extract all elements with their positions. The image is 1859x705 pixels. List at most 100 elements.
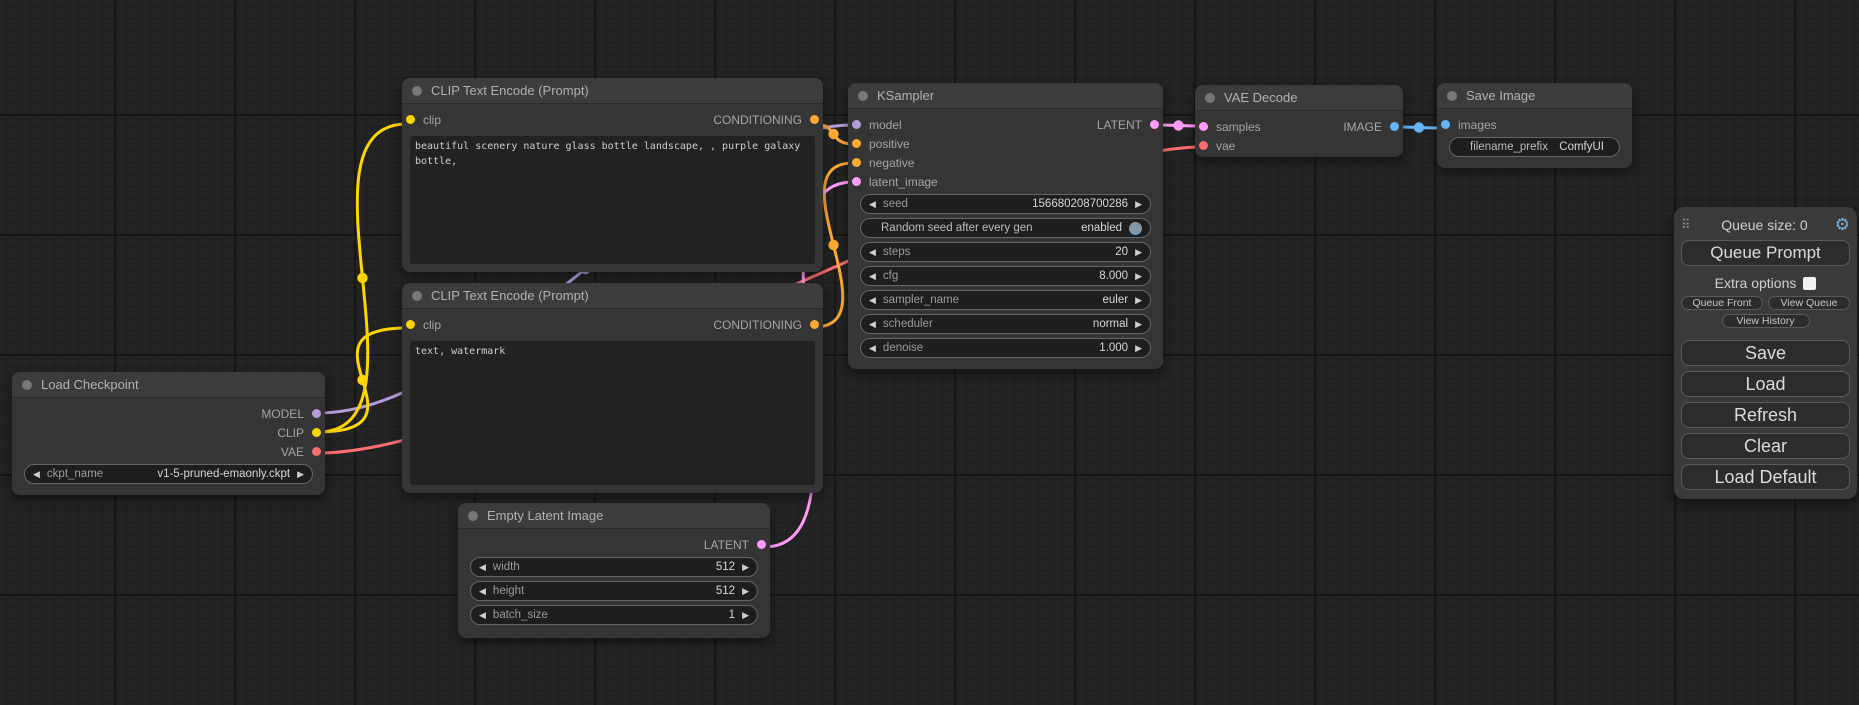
increment-arrow-icon[interactable]: ▶ [742, 611, 749, 620]
node-header[interactable]: CLIP Text Encode (Prompt) [402, 78, 823, 104]
latent-image-input-dot[interactable] [852, 177, 861, 186]
node-status-dot[interactable] [858, 91, 868, 101]
vae-input-dot[interactable] [1199, 141, 1208, 150]
settings-gear-icon[interactable]: ⚙ [1832, 215, 1850, 235]
widget-value: euler [1103, 294, 1129, 306]
node-header[interactable]: KSampler [848, 83, 1163, 109]
node-save-image[interactable]: Save Image images filename_prefix ComfyU… [1437, 83, 1632, 168]
load-default-button[interactable]: Load Default [1681, 464, 1850, 490]
node-load-checkpoint[interactable]: Load Checkpoint MODEL CLIP VAE ◀ ckpt_na… [12, 372, 325, 495]
widget-value: v1-5-pruned-emaonly.ckpt [157, 468, 290, 480]
view-queue-button[interactable]: View Queue [1768, 296, 1850, 310]
clip-output-dot[interactable] [312, 428, 321, 437]
conditioning-output-dot[interactable] [810, 115, 819, 124]
link-midpoint-dot-conditioning-to-negative[interactable] [828, 240, 838, 250]
load-button[interactable]: Load [1681, 371, 1850, 397]
increment-arrow-icon[interactable]: ▶ [1135, 248, 1142, 257]
clear-button[interactable]: Clear [1681, 433, 1850, 459]
input-slot-positive: positive [848, 134, 1163, 153]
seed-widget[interactable]: ◀ seed 156680208700286 ▶ [860, 194, 1151, 214]
clip-input-dot[interactable] [406, 115, 415, 124]
decrement-arrow-icon[interactable]: ◀ [869, 296, 876, 305]
ckpt-name-widget[interactable]: ◀ ckpt_name v1-5-pruned-emaonly.ckpt ▶ [24, 464, 313, 484]
decrement-arrow-icon[interactable]: ◀ [479, 611, 486, 620]
queue-prompt-button[interactable]: Queue Prompt [1681, 240, 1850, 266]
node-vae-decode[interactable]: VAE Decode samples IMAGE vae [1195, 85, 1403, 157]
node-header[interactable]: VAE Decode [1195, 85, 1403, 111]
node-clip-text-encode-positive[interactable]: CLIP Text Encode (Prompt) clip CONDITION… [402, 78, 823, 272]
decrement-arrow-icon[interactable]: ◀ [479, 587, 486, 596]
positive-input-dot[interactable] [852, 139, 861, 148]
link-midpoint-dot-clip-to-negative-prompt[interactable] [357, 375, 367, 385]
increment-arrow-icon[interactable]: ▶ [742, 563, 749, 572]
image-output-dot[interactable] [1390, 122, 1399, 131]
model-output-dot[interactable] [312, 409, 321, 418]
width-widget[interactable]: ◀ width 512 ▶ [470, 557, 758, 577]
slot-label: IMAGE [1343, 120, 1382, 134]
save-button[interactable]: Save [1681, 340, 1850, 366]
queue-front-button[interactable]: Queue Front [1681, 296, 1763, 310]
comfyui-canvas[interactable]: { "icons": { "gear": "⚙", "drag_handle":… [0, 0, 1859, 705]
decrement-arrow-icon[interactable]: ◀ [869, 200, 876, 209]
decrement-arrow-icon[interactable]: ◀ [869, 272, 876, 281]
height-widget[interactable]: ◀ height 512 ▶ [470, 581, 758, 601]
decrement-arrow-icon[interactable]: ◀ [869, 248, 876, 257]
node-header[interactable]: Empty Latent Image [458, 503, 770, 529]
decrement-arrow-icon[interactable]: ◀ [869, 320, 876, 329]
decrement-arrow-icon[interactable]: ◀ [33, 470, 40, 479]
input-slot-clip: clip [406, 110, 441, 129]
decrement-arrow-icon[interactable]: ◀ [869, 344, 876, 353]
negative-input-dot[interactable] [852, 158, 861, 167]
latent-output-dot[interactable] [757, 540, 766, 549]
scheduler-widget[interactable]: ◀ scheduler normal ▶ [860, 314, 1151, 334]
slot-label: MODEL [261, 407, 304, 421]
link-midpoint-dot-latent-to-samples[interactable] [1173, 120, 1183, 130]
clip-input-dot[interactable] [406, 320, 415, 329]
extra-options-checkbox[interactable] [1803, 277, 1816, 290]
increment-arrow-icon[interactable]: ▶ [742, 587, 749, 596]
filename-prefix-widget[interactable]: filename_prefix ComfyUI [1449, 137, 1620, 157]
refresh-button[interactable]: Refresh [1681, 402, 1850, 428]
batch-size-widget[interactable]: ◀ batch_size 1 ▶ [470, 605, 758, 625]
node-status-dot[interactable] [1447, 91, 1457, 101]
increment-arrow-icon[interactable]: ▶ [1135, 344, 1142, 353]
images-input-dot[interactable] [1441, 120, 1450, 129]
decrement-arrow-icon[interactable]: ◀ [479, 563, 486, 572]
link-midpoint-dot-conditioning-to-positive[interactable] [828, 129, 838, 139]
increment-arrow-icon[interactable]: ▶ [1135, 272, 1142, 281]
node-clip-text-encode-negative[interactable]: CLIP Text Encode (Prompt) clip CONDITION… [402, 283, 823, 493]
node-header[interactable]: Load Checkpoint [12, 372, 325, 398]
increment-arrow-icon[interactable]: ▶ [1135, 200, 1142, 209]
node-status-dot[interactable] [1205, 93, 1215, 103]
link-midpoint-dot-image-to-images[interactable] [1414, 122, 1424, 132]
conditioning-output-dot[interactable] [810, 320, 819, 329]
increment-arrow-icon[interactable]: ▶ [1135, 320, 1142, 329]
cfg-widget[interactable]: ◀ cfg 8.000 ▶ [860, 266, 1151, 286]
widget-value: ComfyUI [1559, 141, 1604, 153]
sampler-name-widget[interactable]: ◀ sampler_name euler ▶ [860, 290, 1151, 310]
increment-arrow-icon[interactable]: ▶ [297, 470, 304, 479]
random-seed-toggle-widget[interactable]: Random seed after every gen enabled [860, 218, 1151, 238]
samples-input-dot[interactable] [1199, 122, 1208, 131]
node-status-dot[interactable] [412, 86, 422, 96]
toggle-circle-icon[interactable] [1129, 222, 1142, 235]
input-slot-latent-image: latent_image [848, 172, 1163, 191]
view-history-button[interactable]: View History [1722, 314, 1810, 328]
node-ksampler[interactable]: KSampler LATENT model positive negative … [848, 83, 1163, 369]
positive-prompt-textarea[interactable]: beautiful scenery nature glass bottle la… [410, 136, 815, 264]
vae-output-dot[interactable] [312, 447, 321, 456]
node-header[interactable]: CLIP Text Encode (Prompt) [402, 283, 823, 309]
node-status-dot[interactable] [468, 511, 478, 521]
negative-prompt-textarea[interactable]: text, watermark [410, 341, 815, 485]
drag-handle-icon[interactable]: ⠿ [1681, 217, 1697, 233]
increment-arrow-icon[interactable]: ▶ [1135, 296, 1142, 305]
node-status-dot[interactable] [22, 380, 32, 390]
slot-label: CONDITIONING [713, 318, 802, 332]
steps-widget[interactable]: ◀ steps 20 ▶ [860, 242, 1151, 262]
node-empty-latent-image[interactable]: Empty Latent Image LATENT ◀ width 512 ▶ … [458, 503, 770, 638]
link-midpoint-dot-clip-to-positive-prompt[interactable] [357, 273, 367, 283]
node-header[interactable]: Save Image [1437, 83, 1632, 109]
model-input-dot[interactable] [852, 120, 861, 129]
denoise-widget[interactable]: ◀ denoise 1.000 ▶ [860, 338, 1151, 358]
node-status-dot[interactable] [412, 291, 422, 301]
